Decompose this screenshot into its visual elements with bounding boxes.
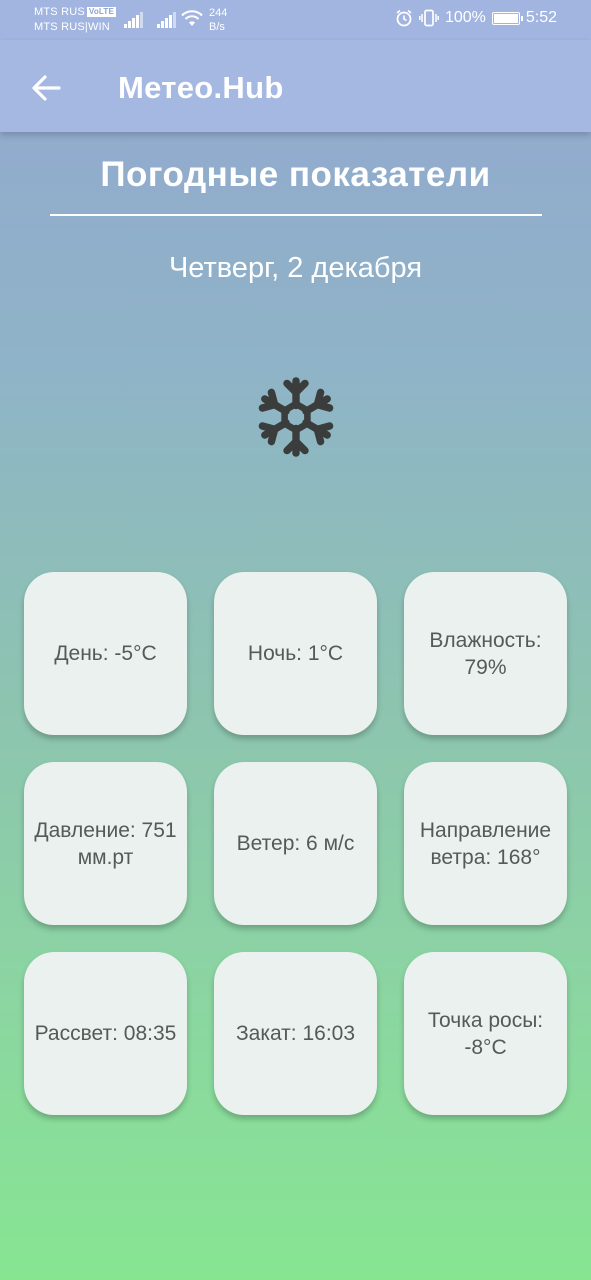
status-bar: MTS RUS VoLTE MTS RUS|WIN 244 B/s 100% 5:… xyxy=(0,0,591,40)
arrow-left-icon[interactable] xyxy=(26,68,66,108)
forecast-date: Четверг, 2 декабря xyxy=(168,252,423,284)
wifi-icon xyxy=(181,10,203,26)
signal-icon xyxy=(157,12,177,28)
app-title: Метео.Hub xyxy=(118,70,284,105)
snowflake-icon xyxy=(255,377,337,458)
tile-wind-speed[interactable]: Ветер: 6 м/с xyxy=(214,762,377,925)
battery-percent: 100% xyxy=(444,9,486,26)
status-right: 100% 5:52 xyxy=(395,9,557,27)
net-speed-value: 244 xyxy=(209,7,228,19)
carrier-1: MTS RUS xyxy=(34,6,85,18)
net-speed: 244 B/s xyxy=(209,6,227,34)
title-divider xyxy=(50,214,542,216)
tile-wind-direction[interactable]: Направление ветра: 168° xyxy=(404,762,567,925)
tile-day-temp[interactable]: День: -5°C xyxy=(24,572,187,735)
net-speed-unit: B/s xyxy=(209,21,225,33)
back-button[interactable] xyxy=(26,68,66,108)
carrier-info: MTS RUS VoLTE MTS RUS|WIN xyxy=(34,5,117,35)
tile-humidity[interactable]: Влажность: 79% xyxy=(404,572,567,735)
clock: 5:52 xyxy=(525,9,557,26)
alarm-icon xyxy=(396,9,412,27)
tile-pressure[interactable]: Давление: 751 мм.рт xyxy=(24,762,187,925)
volte-badge: VoLTE xyxy=(86,7,117,17)
tile-sunset[interactable]: Закат: 16:03 xyxy=(214,952,377,1115)
signal-icon xyxy=(124,12,144,28)
tile-sunrise[interactable]: Рассвет: 08:35 xyxy=(24,952,187,1115)
tile-dew-point[interactable]: Точка росы: -8°C xyxy=(404,952,567,1115)
carrier-2: MTS RUS|WIN xyxy=(34,21,110,33)
tile-night-temp[interactable]: Ночь: 1°C xyxy=(214,572,377,735)
app-bar: Метео.Hub xyxy=(0,40,591,132)
battery-icon xyxy=(491,11,523,25)
page-title: Погодные показатели xyxy=(100,155,491,194)
vibrate-icon xyxy=(418,9,439,27)
